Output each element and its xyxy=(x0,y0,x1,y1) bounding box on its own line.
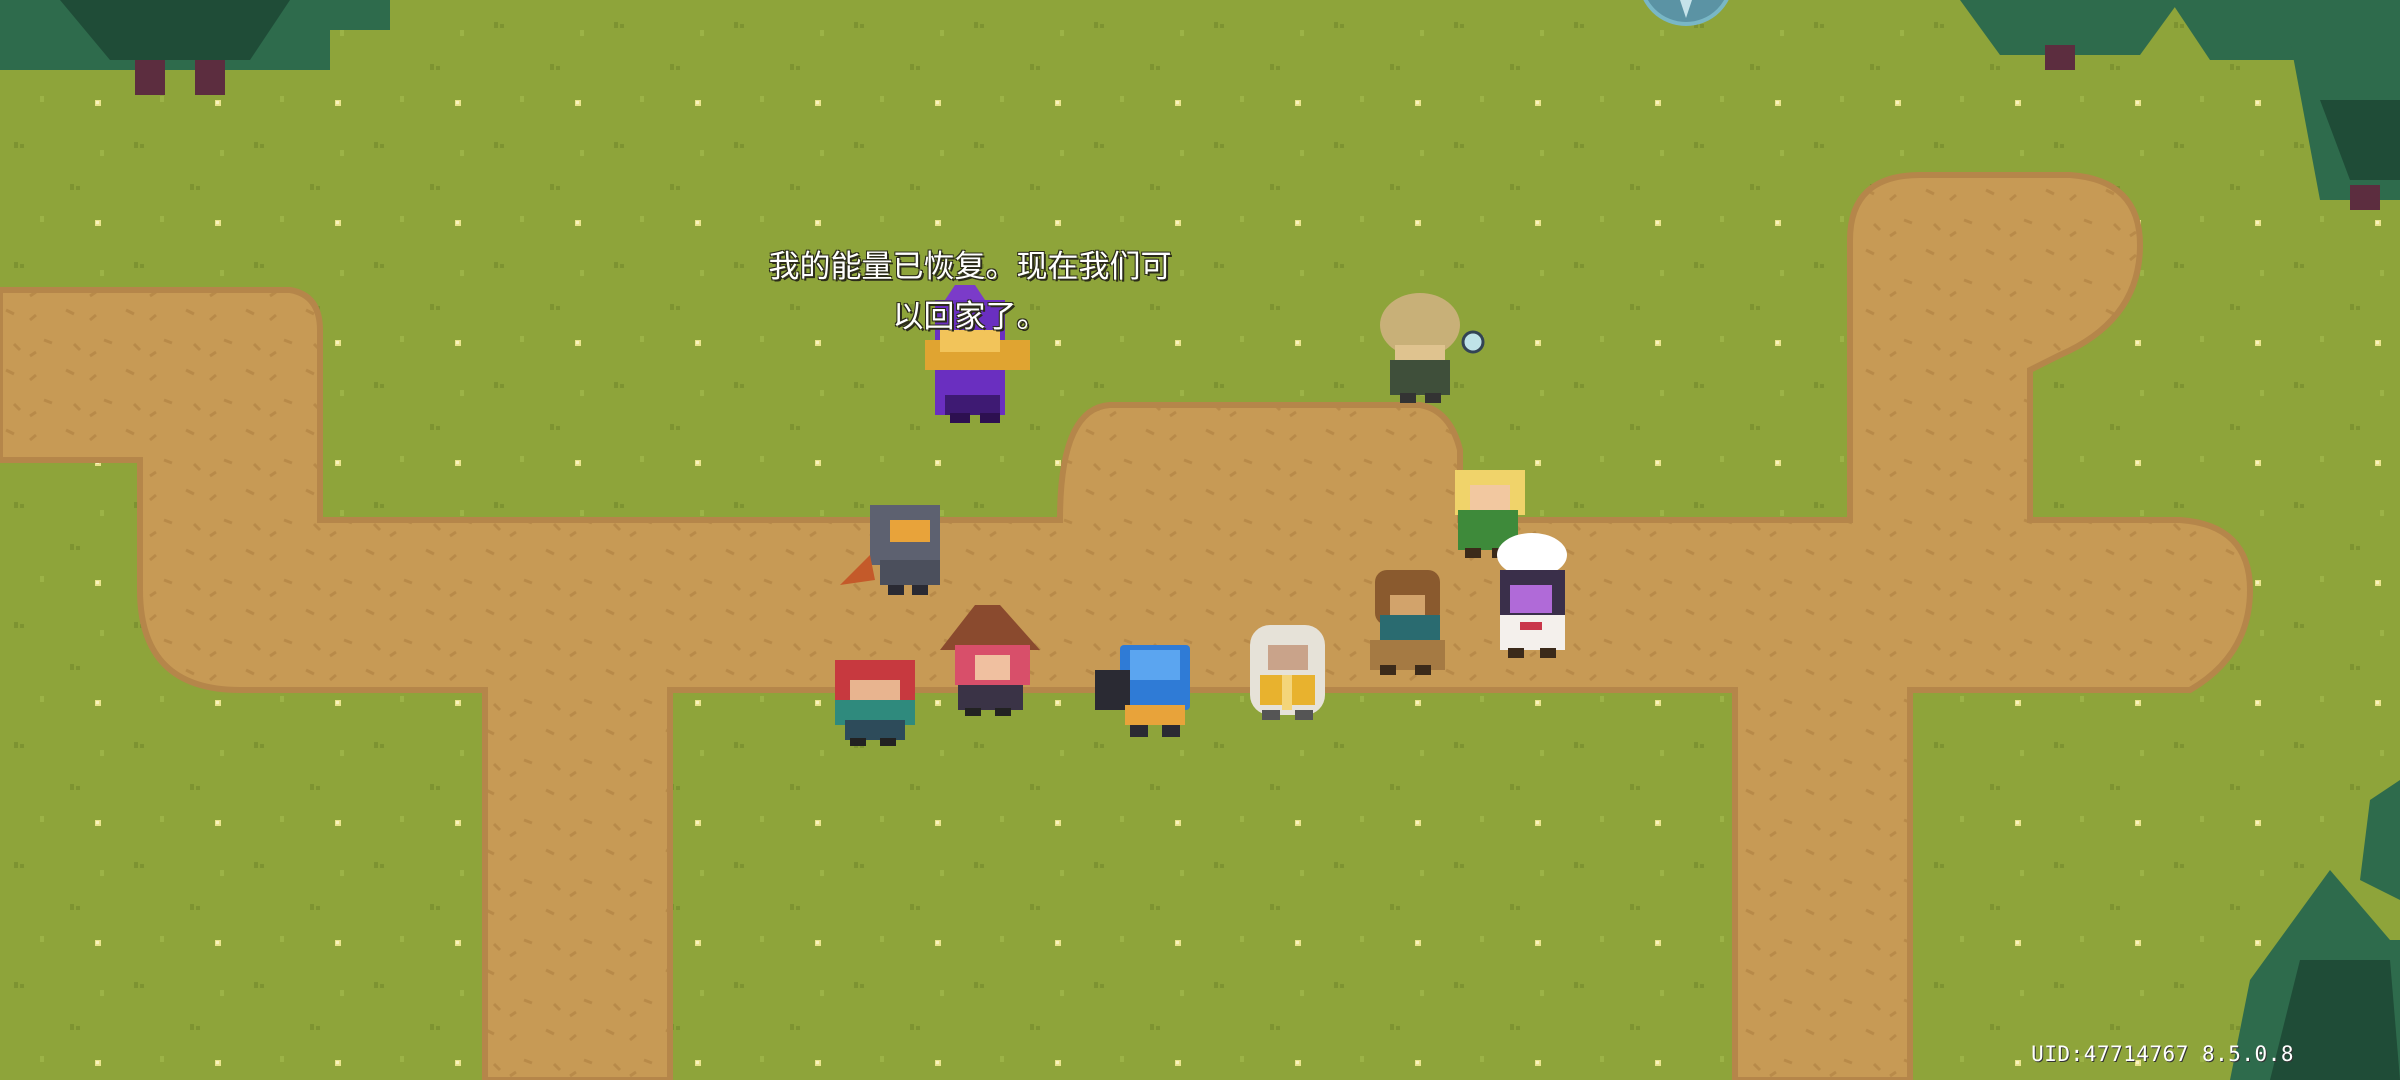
bear-warrior-character[interactable] xyxy=(1370,570,1445,675)
game-map[interactable] xyxy=(0,0,2400,1080)
white-priest-character[interactable] xyxy=(1250,625,1325,720)
red-haired-rogue-character[interactable] xyxy=(835,660,915,746)
speech-bubble-text: 我的能量已恢复。现在我们可 以回家了。 xyxy=(768,249,1172,335)
uid-version-label: UID:47714767 8.5.0.8 xyxy=(2031,1042,2294,1066)
chef-character[interactable] xyxy=(1497,533,1567,658)
